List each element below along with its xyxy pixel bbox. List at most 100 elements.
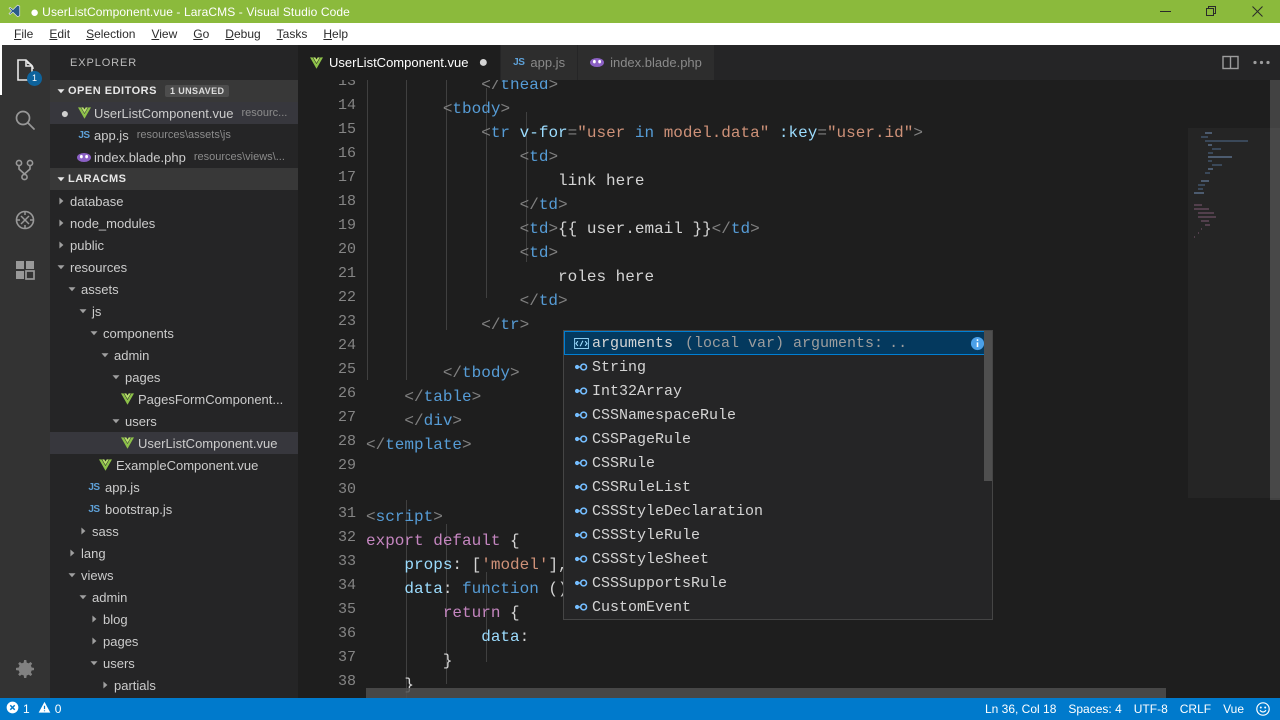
open-editor-indexbladephp[interactable]: index.blade.php resources\views\... xyxy=(50,146,298,168)
code-line[interactable]: <script> xyxy=(366,505,443,529)
tree-item-label: admin xyxy=(114,347,150,363)
code-line[interactable]: export default { xyxy=(366,529,520,553)
menu-go[interactable]: Go xyxy=(185,24,217,44)
tree-item-bootstrap-js[interactable]: JS bootstrap.js xyxy=(50,498,298,520)
suggest-item-label: CSSPageRule xyxy=(592,430,692,448)
tree-item-js[interactable]: js xyxy=(50,300,298,322)
activity-extensions[interactable] xyxy=(0,245,50,295)
tab-index-blade-php[interactable]: index.blade.php xyxy=(578,45,715,80)
code-line[interactable]: link here xyxy=(366,169,644,193)
tree-item-userlistcomponent-vue[interactable]: UserListComponent.vue xyxy=(50,432,298,454)
code-line[interactable]: <td> xyxy=(366,241,558,265)
tree-item-users[interactable]: users xyxy=(50,652,298,674)
menu-view[interactable]: View xyxy=(143,24,185,44)
tab-userlistcomponent-vue[interactable]: UserListComponent.vue ● xyxy=(298,45,502,80)
suggestion-widget[interactable]: arguments (local var) arguments: .. String… xyxy=(563,330,993,620)
split-editor-icon[interactable] xyxy=(1222,54,1239,71)
problems-status[interactable]: 1 0 xyxy=(0,698,67,720)
section-project-root[interactable]: LARACMS xyxy=(50,168,298,190)
suggest-item-cssstylesheet[interactable]: CSSStyleSheet xyxy=(564,547,992,571)
activity-source-control[interactable] xyxy=(0,145,50,195)
menu-debug[interactable]: Debug xyxy=(217,24,268,44)
menu-edit[interactable]: Edit xyxy=(41,24,78,44)
end-of-line[interactable]: CRLF xyxy=(1174,698,1217,720)
suggest-item-int32array[interactable]: Int32Array xyxy=(564,379,992,403)
language-mode[interactable]: Vue xyxy=(1217,698,1250,720)
tab-label: app.js xyxy=(530,55,566,70)
tree-item-blog[interactable]: blog xyxy=(50,608,298,630)
tree-item-resources[interactable]: resources xyxy=(50,256,298,278)
code-line[interactable]: </table> xyxy=(366,385,481,409)
code-line[interactable]: return { xyxy=(366,601,520,625)
menu-tasks[interactable]: Tasks xyxy=(269,24,316,44)
menu-file[interactable]: File xyxy=(6,24,41,44)
code-line[interactable]: data: function () { xyxy=(366,577,586,601)
indentation[interactable]: Spaces: 4 xyxy=(1062,698,1127,720)
code-line[interactable]: props: ['model'], xyxy=(366,553,567,577)
minimize-button[interactable] xyxy=(1142,0,1188,23)
code-line[interactable]: <td> xyxy=(366,145,558,169)
gear-icon[interactable] xyxy=(0,644,50,694)
menu-selection[interactable]: Selection xyxy=(78,24,143,44)
minimap[interactable] xyxy=(1188,80,1280,698)
close-button[interactable] xyxy=(1234,0,1280,23)
tree-item-public[interactable]: public xyxy=(50,234,298,256)
code-line[interactable]: </template> xyxy=(366,433,472,457)
encoding[interactable]: UTF-8 xyxy=(1128,698,1174,720)
menu-help[interactable]: Help xyxy=(315,24,356,44)
suggest-item-string[interactable]: String xyxy=(564,355,992,379)
code-line[interactable]: </div> xyxy=(366,409,462,433)
tab-app-js[interactable]: JS app.js xyxy=(501,45,579,80)
code-line[interactable]: roles here xyxy=(366,265,654,289)
smiley-icon[interactable] xyxy=(1250,698,1276,720)
vue-icon xyxy=(120,437,134,449)
tree-item-pages[interactable]: pages xyxy=(50,366,298,388)
activity-debug[interactable] xyxy=(0,195,50,245)
open-editor-appjs[interactable]: JS app.js resources\assets\js xyxy=(50,124,298,146)
suggest-item-cssrule[interactable]: CSSRule xyxy=(564,451,992,475)
ellipsis-icon[interactable] xyxy=(1253,60,1270,65)
suggest-item-customevent[interactable]: CustomEvent xyxy=(564,595,992,619)
tree-item-pages[interactable]: pages xyxy=(50,630,298,652)
tree-item-views[interactable]: views xyxy=(50,564,298,586)
suggest-item-cssnamespacerule[interactable]: CSSNamespaceRule xyxy=(564,403,992,427)
tree-item-pagesformcomponent[interactable]: PagesFormComponent... xyxy=(50,388,298,410)
code-line[interactable]: <tr v-for="user in model.data" :key="use… xyxy=(366,121,923,145)
tree-item-admin[interactable]: admin xyxy=(50,344,298,366)
code-line[interactable]: data: xyxy=(366,625,529,649)
suggest-item-cssstylerule[interactable]: CSSStyleRule xyxy=(564,523,992,547)
tree-item-users[interactable]: users xyxy=(50,410,298,432)
tree-item-database[interactable]: database xyxy=(50,190,298,212)
code-line[interactable]: } xyxy=(366,649,453,673)
tree-item-partials[interactable]: partials xyxy=(50,674,298,696)
code-line[interactable]: </td> xyxy=(366,289,568,313)
activity-explorer[interactable]: 1 xyxy=(0,45,50,95)
tree-item-assets[interactable]: assets xyxy=(50,278,298,300)
info-icon[interactable] xyxy=(970,336,985,351)
suggest-item-cssstyledeclaration[interactable]: CSSStyleDeclaration xyxy=(564,499,992,523)
tree-item-components[interactable]: components xyxy=(50,322,298,344)
activity-search[interactable] xyxy=(0,95,50,145)
suggest-item-arguments[interactable]: arguments (local var) arguments: .. xyxy=(564,331,992,355)
tree-item-examplecomponent-vue[interactable]: ExampleComponent.vue xyxy=(50,454,298,476)
tree-item-admin[interactable]: admin xyxy=(50,586,298,608)
code-line[interactable]: </tbody> xyxy=(366,361,520,385)
code-line[interactable]: </thead> xyxy=(366,80,558,97)
tree-item-node-modules[interactable]: node_modules xyxy=(50,212,298,234)
suggest-scrollbar[interactable] xyxy=(984,331,992,481)
suggest-item-csspagerule[interactable]: CSSPageRule xyxy=(564,427,992,451)
restore-button[interactable] xyxy=(1188,0,1234,23)
code-line[interactable]: </tr> xyxy=(366,313,529,337)
tree-item-app-js[interactable]: JS app.js xyxy=(50,476,298,498)
editor-horizontal-scrollbar[interactable] xyxy=(366,688,1166,698)
suggest-item-cssrulelist[interactable]: CSSRuleList xyxy=(564,475,992,499)
tree-item-sass[interactable]: sass xyxy=(50,520,298,542)
open-editor-userlistcomponent[interactable]: ● UserListComponent.vue resourc... xyxy=(50,102,298,124)
cursor-position[interactable]: Ln 36, Col 18 xyxy=(979,698,1062,720)
suggest-item-csssupportsrule[interactable]: CSSSupportsRule xyxy=(564,571,992,595)
code-line[interactable]: </td> xyxy=(366,193,568,217)
code-line[interactable]: <td>{{ user.email }}</td> xyxy=(366,217,760,241)
code-line[interactable]: <tbody> xyxy=(366,97,510,121)
tree-item-lang[interactable]: lang xyxy=(50,542,298,564)
section-open-editors[interactable]: OPEN EDITORS 1 UNSAVED xyxy=(50,80,298,102)
